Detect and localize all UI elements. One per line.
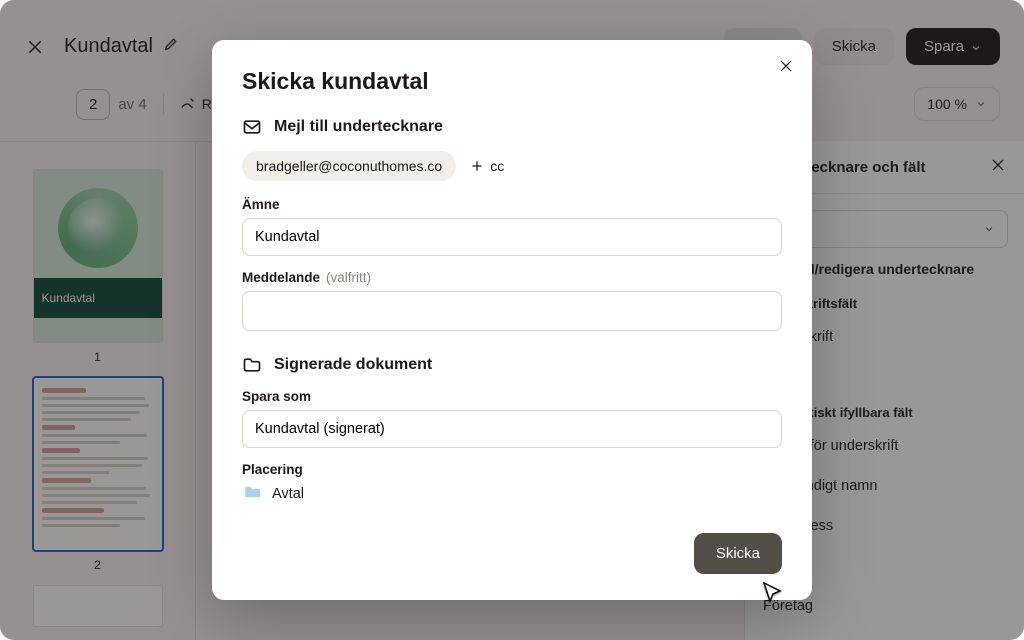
folder-icon	[242, 483, 262, 505]
recipients-row: bradgeller@coconuthomes.co cc	[242, 151, 782, 181]
message-label: Meddelande (valfritt)	[242, 270, 782, 285]
modal-send-button[interactable]: Skicka	[694, 533, 782, 574]
section-email-header: Mejl till undertecknare	[242, 117, 782, 137]
modal-footer: Skicka	[242, 533, 782, 574]
message-hint: (valfritt)	[326, 270, 371, 285]
section-docs-title: Signerade dokument	[274, 356, 432, 374]
add-cc-button[interactable]: cc	[470, 158, 504, 174]
cc-label: cc	[490, 158, 504, 174]
saveas-label: Spara som	[242, 389, 782, 404]
modal-title: Skicka kundavtal	[242, 68, 782, 95]
message-input[interactable]	[242, 291, 782, 331]
subject-input[interactable]	[242, 218, 782, 256]
folder-outline-icon	[242, 355, 262, 375]
location-label: Placering	[242, 462, 782, 477]
mail-icon	[242, 117, 262, 137]
saveas-input[interactable]	[242, 410, 782, 448]
section-docs-header: Signerade dokument	[242, 355, 782, 375]
section-email-title: Mejl till undertecknare	[274, 118, 443, 136]
modal-close-icon[interactable]	[778, 58, 794, 79]
message-label-text: Meddelande	[242, 270, 320, 285]
location-value: Avtal	[272, 486, 304, 502]
email-chip[interactable]: bradgeller@coconuthomes.co	[242, 151, 456, 181]
subject-label: Ämne	[242, 197, 782, 212]
send-modal: Skicka kundavtal Mejl till undertecknare…	[212, 40, 812, 600]
location-row[interactable]: Avtal	[242, 483, 782, 505]
